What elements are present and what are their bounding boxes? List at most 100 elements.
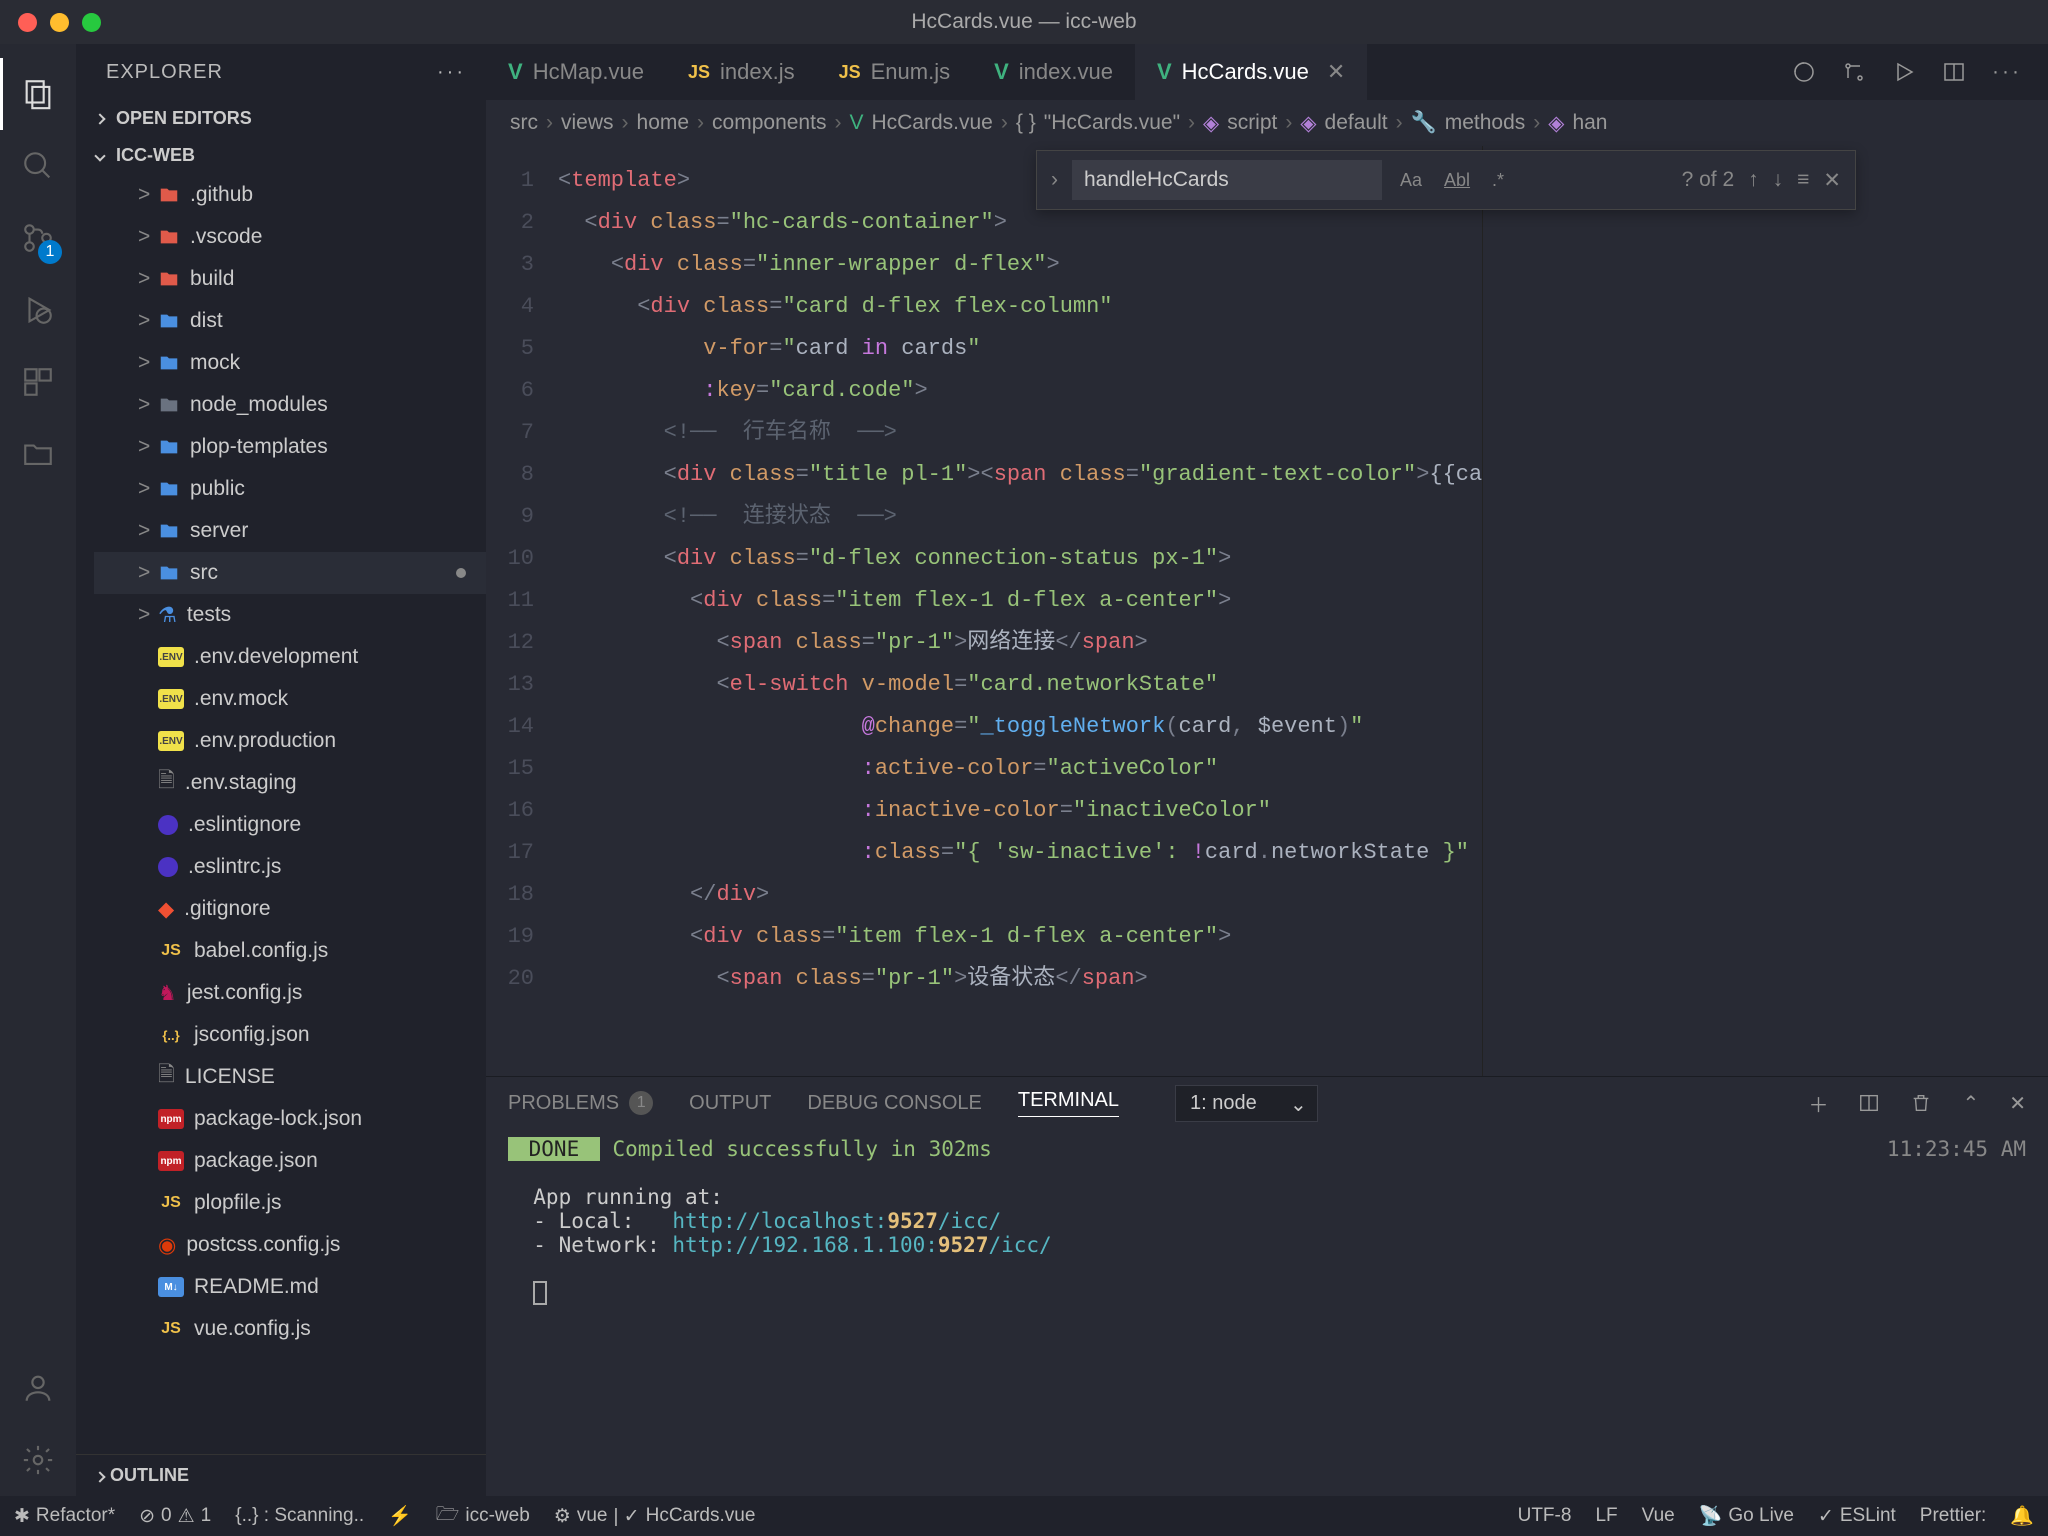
match-case-icon[interactable]: Aa — [1396, 166, 1426, 195]
tree-item[interactable]: >node_modules — [94, 384, 486, 426]
tree-item[interactable]: .ENV.env.mock — [94, 678, 486, 720]
sidebar-more-icon[interactable]: ··· — [437, 61, 466, 84]
bottom-panel: PROBLEMS1 OUTPUT DEBUG CONSOLE TERMINAL … — [486, 1076, 2048, 1496]
editor-tab[interactable]: VHcCards.vue✕ — [1135, 44, 1367, 100]
tree-item[interactable]: ◉postcss.config.js — [94, 1224, 486, 1266]
tree-item[interactable]: .ENV.env.development — [94, 636, 486, 678]
close-panel-icon[interactable]: ✕ — [2009, 1091, 2026, 1116]
scm-icon[interactable]: 1 — [0, 202, 76, 274]
terminal-timestamp: 11:23:45 AM — [1887, 1137, 2026, 1161]
status-eol[interactable]: LF — [1595, 1505, 1617, 1527]
more-icon[interactable]: ··· — [1992, 60, 2022, 84]
tree-item[interactable]: >server — [94, 510, 486, 552]
tree-item[interactable]: >plop-templates — [94, 426, 486, 468]
status-bell-icon[interactable]: 🔔 — [2010, 1504, 2034, 1528]
tree-item[interactable]: npmpackage.json — [94, 1140, 486, 1182]
project-header[interactable]: ICC-WEB — [76, 137, 486, 174]
editor-tab[interactable]: JSEnum.js — [817, 44, 973, 100]
tree-item[interactable]: JSbabel.config.js — [94, 930, 486, 972]
whole-word-icon[interactable]: Abl — [1440, 166, 1474, 195]
tree-item[interactable]: 🗎LICENSE — [94, 1056, 486, 1098]
window-minimize[interactable] — [50, 13, 69, 32]
status-eslint[interactable]: ✓ ESLint — [1818, 1505, 1896, 1528]
compare-icon[interactable] — [1842, 60, 1866, 84]
tree-item[interactable]: ◆.gitignore — [94, 888, 486, 930]
find-in-selection-icon[interactable]: ≡ — [1797, 168, 1809, 192]
folder-icon[interactable] — [0, 418, 76, 490]
wrench-icon: 🔧 — [1411, 111, 1437, 135]
tree-item[interactable]: .eslintignore — [94, 804, 486, 846]
activity-bar: 1 — [0, 44, 76, 1496]
tree-item[interactable]: >mock — [94, 342, 486, 384]
terminal-output[interactable]: 11:23:45 AM DONE Compiled successfully i… — [486, 1129, 2048, 1496]
editor-tab[interactable]: VHcMap.vue — [486, 44, 666, 100]
minimap[interactable] — [1482, 146, 1632, 1076]
tree-item[interactable]: >public — [94, 468, 486, 510]
status-workspace[interactable]: 🗁 icc-web — [436, 1500, 530, 1532]
terminal-cursor — [533, 1281, 547, 1305]
status-vue[interactable]: ⚙ vue | ✓ HcCards.vue — [554, 1505, 756, 1528]
timeline-icon[interactable] — [1792, 60, 1816, 84]
debug-icon[interactable] — [0, 274, 76, 346]
tree-item[interactable]: >⚗tests — [94, 594, 486, 636]
tree-item[interactable]: >build — [94, 258, 486, 300]
tree-item[interactable]: {..}jsconfig.json — [94, 1014, 486, 1056]
regex-icon[interactable]: .* — [1488, 166, 1508, 195]
status-live[interactable]: ⚡ — [388, 1504, 412, 1528]
outline-header[interactable]: OUTLINE — [76, 1454, 486, 1496]
window-title: HcCards.vue — icc-web — [911, 10, 1136, 34]
split-icon[interactable] — [1942, 60, 1966, 84]
tree-item[interactable]: >.vscode — [94, 216, 486, 258]
tree-item[interactable]: npmpackage-lock.json — [94, 1098, 486, 1140]
tree-item[interactable]: >src — [94, 552, 486, 594]
maximize-panel-icon[interactable]: ⌃ — [1962, 1091, 1979, 1116]
close-find-icon[interactable]: ✕ — [1823, 168, 1841, 193]
status-refactor[interactable]: ✱ Refactor* — [14, 1505, 115, 1528]
tree-item[interactable]: JSvue.config.js — [94, 1308, 486, 1350]
tree-item[interactable]: ♞jest.config.js — [94, 972, 486, 1014]
status-errors[interactable]: ⊘ 0 ⚠ 1 — [139, 1505, 211, 1528]
settings-icon[interactable] — [0, 1424, 76, 1496]
status-prettier[interactable]: Prettier: — [1920, 1505, 1987, 1527]
code-editor[interactable]: 1234567891011121314151617181920 <templat… — [486, 146, 2048, 1076]
run-icon[interactable] — [1892, 60, 1916, 84]
window-close[interactable] — [18, 13, 37, 32]
search-icon[interactable] — [0, 130, 76, 202]
expand-replace-icon[interactable]: › — [1051, 168, 1058, 192]
trash-icon[interactable] — [1910, 1092, 1932, 1114]
vue-icon: V — [849, 111, 863, 135]
breadcrumb[interactable]: src› views› home› components› V HcCards.… — [486, 100, 2048, 146]
close-tab-icon[interactable]: ✕ — [1327, 59, 1345, 85]
split-terminal-icon[interactable] — [1858, 1092, 1880, 1114]
tree-item[interactable]: >.github — [94, 174, 486, 216]
file-tree: >.github>.vscode>build>dist>mock>node_mo… — [76, 174, 486, 1454]
find-input[interactable] — [1072, 160, 1382, 200]
next-match-icon[interactable]: ↓ — [1773, 168, 1784, 192]
tree-item[interactable]: JSplopfile.js — [94, 1182, 486, 1224]
sidebar-title: EXPLORER — [106, 61, 223, 84]
account-icon[interactable] — [0, 1352, 76, 1424]
editor-area: VHcMap.vueJSindex.jsJSEnum.jsVindex.vueV… — [486, 44, 2048, 1496]
status-golive[interactable]: 📡 Go Live — [1699, 1504, 1794, 1528]
explorer-icon[interactable] — [0, 58, 76, 130]
editor-tab[interactable]: Vindex.vue — [972, 44, 1135, 100]
open-editors-header[interactable]: OPEN EDITORS — [76, 100, 486, 137]
tree-item[interactable]: .ENV.env.production — [94, 720, 486, 762]
terminal-task-select[interactable]: 1: node⌄ — [1175, 1085, 1318, 1122]
tree-item[interactable]: .eslintrc.js — [94, 846, 486, 888]
tab-terminal[interactable]: TERMINAL — [1018, 1089, 1119, 1117]
tab-debug-console[interactable]: DEBUG CONSOLE — [807, 1092, 981, 1115]
tree-item[interactable]: >dist — [94, 300, 486, 342]
tab-problems[interactable]: PROBLEMS1 — [508, 1091, 653, 1115]
prev-match-icon[interactable]: ↑ — [1748, 168, 1759, 192]
new-terminal-icon[interactable]: ＋ — [1808, 1089, 1828, 1118]
extensions-icon[interactable] — [0, 346, 76, 418]
status-lang[interactable]: Vue — [1642, 1505, 1675, 1527]
editor-tab[interactable]: JSindex.js — [666, 44, 817, 100]
tree-item[interactable]: M↓README.md — [94, 1266, 486, 1308]
status-encoding[interactable]: UTF-8 — [1518, 1505, 1572, 1527]
status-scanning[interactable]: {..} : Scanning.. — [235, 1505, 364, 1527]
tree-item[interactable]: 🗎.env.staging — [94, 762, 486, 804]
tab-output[interactable]: OUTPUT — [689, 1092, 771, 1115]
window-zoom[interactable] — [82, 13, 101, 32]
